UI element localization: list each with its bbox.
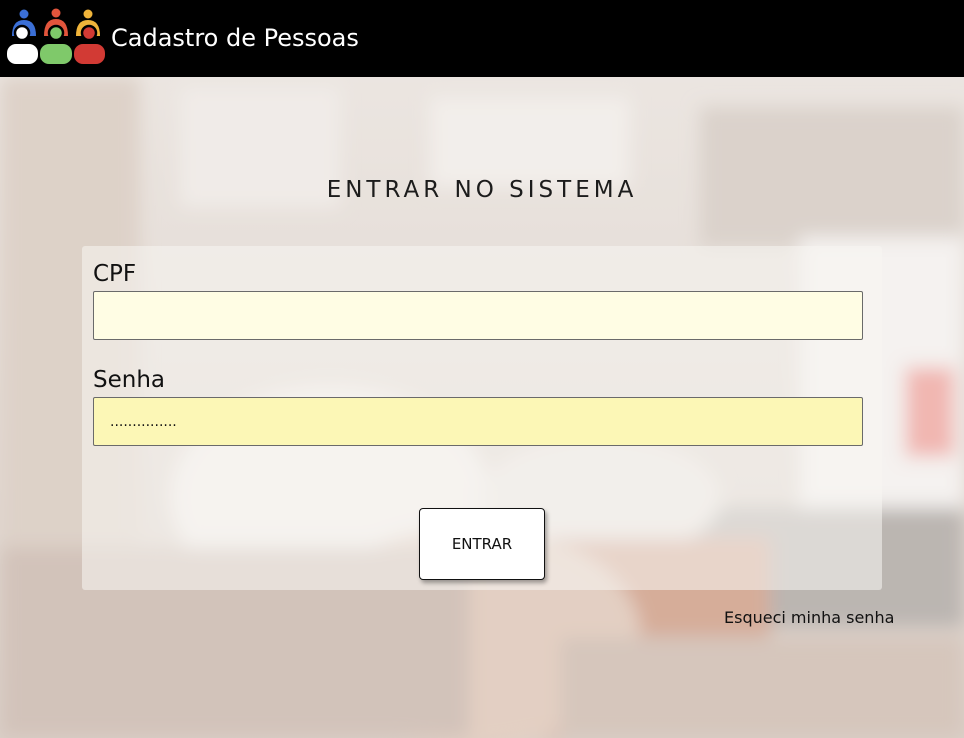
top-bar: Cadastro de Pessoas	[0, 0, 964, 77]
password-input[interactable]	[93, 397, 863, 446]
people-group-icon	[4, 6, 108, 66]
cpf-label: CPF	[93, 261, 137, 287]
login-button[interactable]: ENTRAR	[419, 508, 545, 580]
password-label: Senha	[93, 367, 165, 393]
cpf-input[interactable]	[93, 291, 863, 340]
app-title: Cadastro de Pessoas	[111, 24, 359, 52]
forgot-password-link[interactable]: Esqueci minha senha	[724, 607, 894, 629]
page-heading: ENTRAR NO SISTEMA	[326, 177, 638, 203]
